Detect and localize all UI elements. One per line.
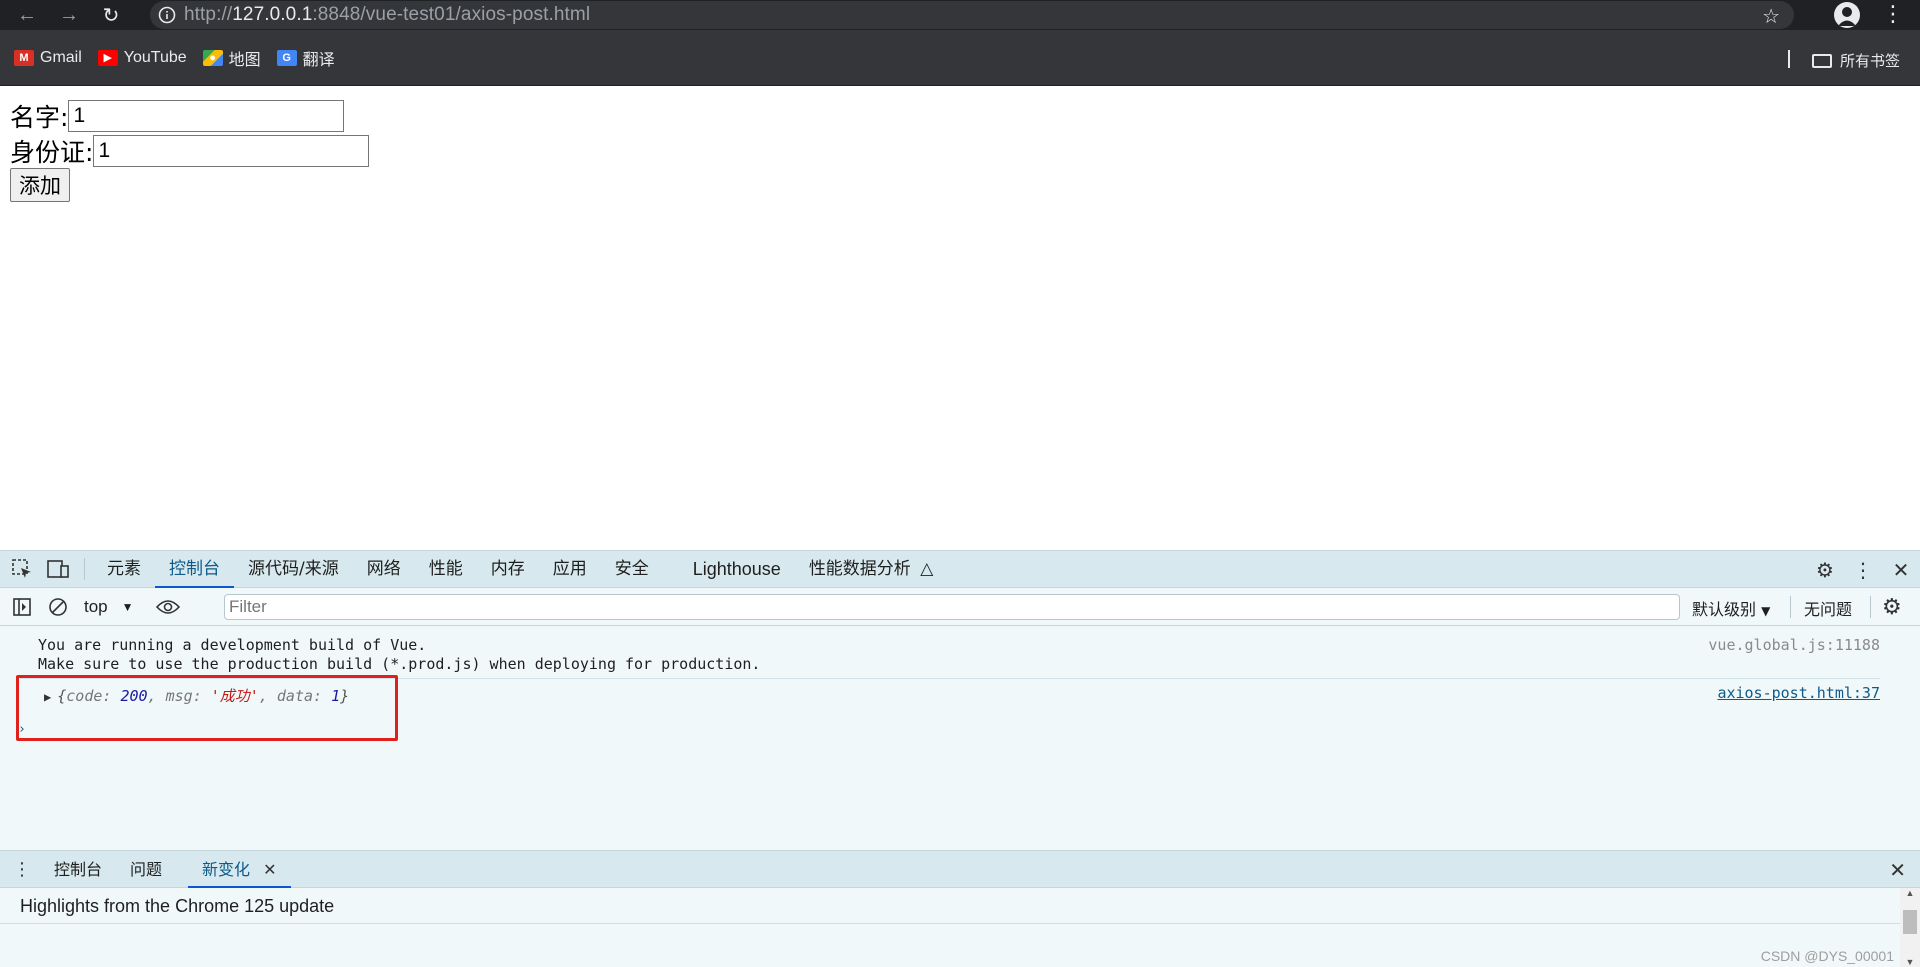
id-label: 身份证:: [10, 138, 94, 167]
page-content: 名字: 身份证: 添加: [0, 86, 1920, 550]
console-prompt-icon[interactable]: ›: [18, 722, 26, 737]
devtools-actions: ⚙ ⋮ ✕: [1806, 551, 1920, 589]
profile-avatar[interactable]: [1834, 2, 1860, 28]
devtools-tab-bar: 元素 控制台 源代码/来源 网络 性能 内存 应用 安全 Lighthouse …: [0, 550, 1920, 588]
tab-console[interactable]: 控制台: [155, 551, 234, 588]
tab-application[interactable]: 应用: [539, 551, 601, 588]
drawer-tab-console[interactable]: 控制台: [40, 851, 116, 888]
drawer-scrollbar[interactable]: ▲ ▼: [1900, 888, 1920, 967]
heading-underline: [0, 923, 1900, 924]
bookmarks-divider: [1788, 50, 1790, 68]
maps-icon: ●: [202, 49, 223, 66]
scroll-down-arrow-icon[interactable]: ▼: [1900, 957, 1920, 967]
youtube-icon: ▶: [97, 49, 118, 66]
folder-icon: [1812, 53, 1832, 68]
drawer-tab-whats-new[interactable]: 新变化 ✕: [188, 851, 291, 888]
console-source-link[interactable]: vue.global.js:11188: [1708, 636, 1880, 654]
devtools-menu-icon[interactable]: ⋮: [1844, 558, 1882, 583]
filter-divider: [1870, 596, 1871, 618]
sidebar-toggle-icon[interactable]: [4, 589, 40, 625]
tab-memory[interactable]: 内存: [477, 551, 539, 588]
id-row: 身份证:: [10, 133, 370, 169]
id-input[interactable]: [93, 135, 370, 167]
console-source-link-axios[interactable]: axios-post.html:37: [1717, 684, 1880, 702]
csdn-watermark: CSDN @DYS_00001: [1760, 948, 1894, 964]
name-row: 名字:: [10, 98, 345, 134]
console-filter-bar: top▼ 默认级别 ▼ 无问题 ⚙: [0, 588, 1920, 626]
all-bookmarks-button[interactable]: 所有书签: [1812, 50, 1900, 71]
drawer-tab-bar: ⋮ 控制台 问题 新变化 ✕ ✕: [0, 850, 1920, 888]
close-drawer-icon[interactable]: ✕: [1889, 858, 1906, 883]
name-input[interactable]: [68, 100, 345, 132]
site-info-icon[interactable]: [150, 6, 184, 24]
device-toolbar-icon[interactable]: [40, 551, 76, 587]
bookmark-youtube[interactable]: ▶ YouTube: [97, 44, 187, 72]
tab-security[interactable]: 安全: [601, 551, 663, 588]
drawer-tab-issues[interactable]: 问题: [116, 851, 176, 888]
clear-console-icon[interactable]: [40, 589, 76, 625]
browser-menu-icon[interactable]: ⋮: [1880, 2, 1906, 28]
scroll-up-arrow-icon[interactable]: ▲: [1900, 888, 1920, 898]
highlights-heading: Highlights from the Chrome 125 update: [20, 896, 335, 916]
bookmark-translate[interactable]: G 翻译: [276, 44, 335, 72]
console-message-vue-dev: You are running a development build of V…: [38, 636, 761, 673]
url-text: http://127.0.0.1:8848/vue-test01/axios-p…: [184, 4, 591, 25]
tab-elements[interactable]: 元素: [93, 551, 155, 588]
address-bar[interactable]: http://127.0.0.1:8848/vue-test01/axios-p…: [150, 1, 1794, 29]
context-selector[interactable]: top ▼: [84, 597, 134, 617]
log-level-dropdown[interactable]: 默认级别 ▼: [1692, 596, 1770, 620]
close-devtools-icon[interactable]: ✕: [1882, 558, 1920, 583]
reload-icon[interactable]: ↻: [96, 0, 126, 30]
console-filter-input[interactable]: [224, 594, 1680, 620]
live-expression-eye-icon[interactable]: [150, 589, 186, 625]
tab-performance[interactable]: 性能: [415, 551, 477, 588]
translate-icon: G: [276, 49, 297, 66]
level-dropdown-arrow-icon: ▼: [1761, 604, 1771, 618]
tab-performance-insights[interactable]: 性能数据分析 △: [795, 551, 947, 588]
toolbar-divider: [84, 558, 85, 580]
browser-toolbar: ← → ↻ http://127.0.0.1:8848/vue-test01/a…: [0, 0, 1920, 30]
name-label: 名字:: [10, 103, 69, 132]
inspect-element-icon[interactable]: [4, 551, 40, 587]
console-settings-icon[interactable]: ⚙: [1882, 594, 1902, 620]
flask-icon: △: [920, 558, 934, 579]
issues-counter[interactable]: 无问题: [1804, 596, 1852, 620]
bookmark-maps[interactable]: ● 地图: [202, 44, 261, 72]
back-icon[interactable]: ←: [12, 0, 42, 30]
bookmark-gmail[interactable]: M Gmail: [14, 44, 82, 72]
bookmarks-bar: M Gmail ▶ YouTube ● 地图 G 翻译: [0, 30, 1920, 86]
tab-network[interactable]: 网络: [353, 551, 415, 588]
scrollbar-thumb[interactable]: [1903, 910, 1917, 934]
close-tab-icon[interactable]: ✕: [263, 860, 276, 879]
tab-sources[interactable]: 源代码/来源: [234, 551, 353, 588]
red-highlight-box: [16, 675, 398, 741]
whats-new-content: Highlights from the Chrome 125 update ▲ …: [0, 888, 1920, 967]
add-button[interactable]: 添加: [10, 168, 70, 202]
gmail-icon: M: [14, 49, 34, 66]
devtools-panel: 元素 控制台 源代码/来源 网络 性能 内存 应用 安全 Lighthouse …: [0, 550, 1920, 967]
console-output: You are running a development build of V…: [0, 626, 1920, 850]
filter-divider: [1790, 596, 1791, 618]
dropdown-arrow-icon: ▼: [121, 599, 134, 614]
bookmark-star-icon[interactable]: ☆: [1762, 4, 1780, 29]
drawer-menu-icon[interactable]: ⋮: [4, 851, 40, 887]
forward-icon[interactable]: →: [54, 0, 84, 30]
settings-gear-icon[interactable]: ⚙: [1806, 558, 1844, 583]
tab-lighthouse[interactable]: Lighthouse: [679, 551, 795, 588]
